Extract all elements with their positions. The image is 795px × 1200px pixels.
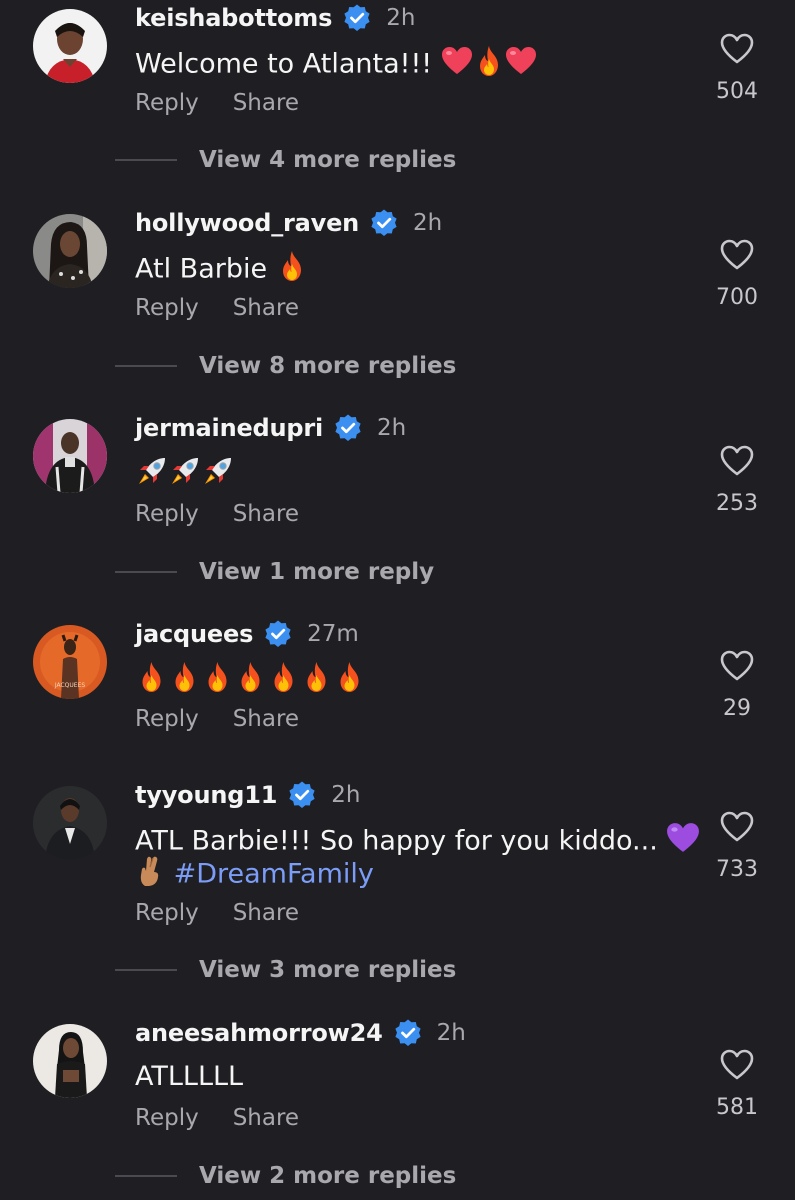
comment-time: 2h xyxy=(377,415,407,441)
reply-button[interactable]: Reply xyxy=(135,501,199,527)
reply-button[interactable]: Reply xyxy=(135,295,199,321)
reply-button[interactable]: Reply xyxy=(135,1105,199,1131)
crossed-fingers-emoji-icon xyxy=(135,855,165,895)
verified-badge-icon xyxy=(342,3,372,33)
like-control: 733 xyxy=(712,811,762,882)
avatar-jacquees[interactable]: JACQUEES xyxy=(33,625,107,699)
like-count: 733 xyxy=(716,857,758,882)
view-replies-button[interactable]: View 1 more reply xyxy=(115,557,434,587)
reply-button[interactable]: Reply xyxy=(135,706,199,732)
view-replies-button[interactable]: View 2 more replies xyxy=(115,1161,456,1191)
like-count: 700 xyxy=(716,285,758,310)
comment-text-content: ATL Barbie!!! So happy for you kiddo... xyxy=(135,825,667,857)
like-control: 700 xyxy=(712,239,762,310)
heart-emoji-icon xyxy=(505,46,537,84)
heart-outline-icon[interactable] xyxy=(720,445,754,477)
share-button[interactable]: Share xyxy=(233,90,299,116)
fire-emoji-icon xyxy=(333,661,366,701)
reply-button[interactable]: Reply xyxy=(135,900,199,926)
like-count: 253 xyxy=(716,491,758,516)
view-replies-label[interactable]: View 2 more replies xyxy=(199,1163,456,1189)
comment-time: 2h xyxy=(386,5,416,31)
comment-text xyxy=(135,455,234,496)
comment-text-line2: #DreamFamily xyxy=(135,855,374,895)
verified-badge-icon xyxy=(369,208,399,238)
like-control: 253 xyxy=(712,445,762,516)
fire-emoji-icon xyxy=(276,250,308,290)
view-replies-label[interactable]: View 3 more replies xyxy=(199,957,456,983)
hashtag-link[interactable]: #DreamFamily xyxy=(174,859,374,890)
comment-text-content: Welcome to Atlanta!!! xyxy=(135,48,441,80)
view-replies-button[interactable]: View 3 more replies xyxy=(115,955,456,985)
view-replies-label[interactable]: View 4 more replies xyxy=(199,147,456,173)
verified-badge-icon xyxy=(393,1018,423,1048)
like-control: 581 xyxy=(712,1049,762,1120)
replies-divider xyxy=(115,365,177,367)
comment-time: 2h xyxy=(436,1020,466,1046)
view-replies-button[interactable]: View 4 more replies xyxy=(115,145,456,175)
fire-emoji-icon xyxy=(473,45,505,85)
like-count: 504 xyxy=(716,79,758,104)
share-button[interactable]: Share xyxy=(233,295,299,321)
heart-outline-icon[interactable] xyxy=(720,650,754,682)
heart-outline-icon[interactable] xyxy=(720,33,754,65)
fire-emoji-icon xyxy=(168,661,201,701)
verified-badge-icon xyxy=(333,413,363,443)
verified-badge-icon xyxy=(287,780,317,810)
purple-heart-emoji-icon xyxy=(666,822,700,862)
comment-username[interactable]: keishabottoms xyxy=(135,4,332,32)
heart-outline-icon[interactable] xyxy=(720,1049,754,1081)
heart-outline-icon[interactable] xyxy=(720,239,754,271)
replies-divider xyxy=(115,1175,177,1177)
fire-emoji-icon xyxy=(234,661,267,701)
replies-divider xyxy=(115,969,177,971)
avatar-jermainedupri[interactable] xyxy=(33,419,107,493)
fire-emoji-icon xyxy=(300,661,333,701)
like-control: 29 xyxy=(712,650,762,721)
rocket-emoji-icon xyxy=(168,455,201,496)
comment-text: Welcome to Atlanta!!! xyxy=(135,45,537,85)
like-count: 29 xyxy=(723,696,751,721)
comment-username[interactable]: jacquees xyxy=(135,620,253,648)
share-button[interactable]: Share xyxy=(233,900,299,926)
view-replies-button[interactable]: View 8 more replies xyxy=(115,351,456,381)
comment-username[interactable]: tyyoung11 xyxy=(135,781,277,809)
comment-text-content: ATLLLLL xyxy=(135,1061,244,1092)
share-button[interactable]: Share xyxy=(233,1105,299,1131)
svg-text:JACQUEES: JACQUEES xyxy=(54,682,86,689)
avatar-keishabottoms[interactable] xyxy=(33,9,107,83)
comment-text: Atl Barbie xyxy=(135,250,308,290)
fire-emoji-icon xyxy=(135,661,168,701)
fire-emoji-icon xyxy=(201,661,234,701)
comment-text: ATLLLLL xyxy=(135,1060,243,1093)
comment-text-content: Atl Barbie xyxy=(135,253,276,285)
comment-time: 27m xyxy=(307,621,359,647)
share-button[interactable]: Share xyxy=(233,501,299,527)
heart-emoji-icon xyxy=(441,46,473,84)
replies-divider xyxy=(115,159,177,161)
like-control: 504 xyxy=(712,33,762,104)
comment-username[interactable]: hollywood_raven xyxy=(135,209,359,237)
reply-button[interactable]: Reply xyxy=(135,90,199,116)
comment-username[interactable]: aneesahmorrow24 xyxy=(135,1019,383,1047)
comment-username[interactable]: jermainedupri xyxy=(135,414,323,442)
verified-badge-icon xyxy=(263,619,293,649)
comment-text xyxy=(135,661,366,701)
comment-time: 2h xyxy=(331,782,361,808)
like-count: 581 xyxy=(716,1095,758,1120)
rocket-emoji-icon xyxy=(135,455,168,496)
view-replies-label[interactable]: View 8 more replies xyxy=(199,353,456,379)
replies-divider xyxy=(115,571,177,573)
share-button[interactable]: Share xyxy=(233,706,299,732)
avatar-hollywood-raven[interactable] xyxy=(33,214,107,288)
comment-time: 2h xyxy=(413,210,443,236)
fire-emoji-icon xyxy=(267,661,300,701)
avatar-tyyoung11[interactable] xyxy=(33,786,107,860)
heart-outline-icon[interactable] xyxy=(720,811,754,843)
view-replies-label[interactable]: View 1 more reply xyxy=(199,559,434,585)
rocket-emoji-icon xyxy=(201,455,234,496)
avatar-aneesahmorrow24[interactable] xyxy=(33,1024,107,1098)
